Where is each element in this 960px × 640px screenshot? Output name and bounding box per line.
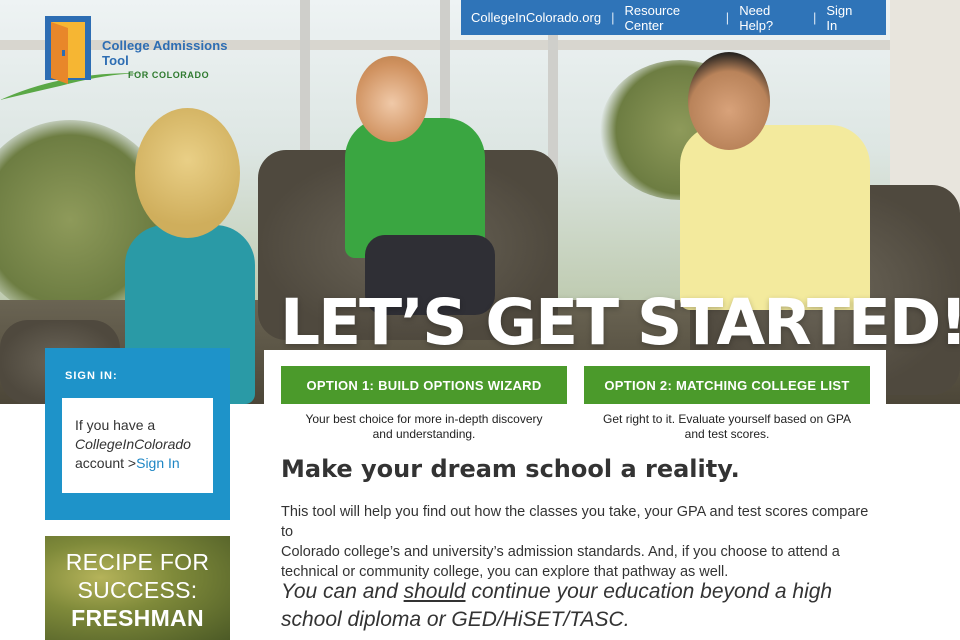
signin-title: SIGN IN: bbox=[65, 370, 118, 382]
quote-text: continue your education beyond a high bbox=[465, 580, 833, 603]
quote-text: You can and bbox=[281, 580, 404, 603]
signin-link[interactable]: Sign In bbox=[136, 455, 180, 471]
recipe-line: RECIPE FOR bbox=[65, 549, 210, 575]
option-2-description-line: and test scores. bbox=[684, 427, 770, 441]
nav-link-sign-in[interactable]: Sign In bbox=[816, 3, 874, 33]
person-student-center-head bbox=[356, 56, 428, 142]
logo-subtitle: FOR COLORADO bbox=[128, 70, 210, 80]
recipe-line: FRESHMAN bbox=[71, 605, 204, 631]
option-2-description: Get right to it. Evaluate yourself based… bbox=[584, 412, 870, 442]
signin-text: account >Sign In bbox=[75, 454, 201, 473]
nav-link-resource-center[interactable]: Resource Center bbox=[614, 3, 725, 33]
recipe-promo-text: RECIPE FOR SUCCESS: FRESHMAN bbox=[45, 548, 230, 632]
nav-link-collegeincolorado[interactable]: CollegeInColorado.org bbox=[461, 10, 611, 25]
person-student-right bbox=[680, 125, 870, 310]
option-2-button[interactable]: OPTION 2: MATCHING COLLEGE LIST bbox=[584, 366, 870, 404]
logo-text: College Admissions Tool FOR COLORADO bbox=[102, 38, 250, 80]
intro-line: Colorado college’s and university’s admi… bbox=[281, 544, 840, 560]
top-nav: CollegeInColorado.org | Resource Center … bbox=[461, 0, 886, 35]
signin-text: If you have a bbox=[75, 417, 156, 433]
option-2-description-line: Get right to it. Evaluate yourself based… bbox=[603, 412, 851, 426]
nav-link-need-help[interactable]: Need Help? bbox=[729, 3, 813, 33]
option-1-button[interactable]: OPTION 1: BUILD OPTIONS WIZARD bbox=[281, 366, 567, 404]
hero-headline: LET’S GET STARTED! bbox=[280, 286, 960, 359]
quote-paragraph: You can and should continue your educati… bbox=[281, 578, 881, 634]
intro-paragraph: This tool will help you find out how the… bbox=[281, 502, 881, 582]
main-heading: Make your dream school a reality. bbox=[281, 455, 740, 483]
option-1-description: Your best choice for more in-depth disco… bbox=[281, 412, 567, 442]
quote-line: You can and should continue your educati… bbox=[281, 578, 881, 606]
intro-line: This tool will help you find out how the… bbox=[281, 504, 869, 540]
site-logo[interactable]: College Admissions Tool FOR COLORADO bbox=[0, 8, 250, 108]
quote-emphasis: should bbox=[403, 580, 466, 603]
person-student-left-head bbox=[135, 108, 240, 238]
quote-line: school diploma or GED/HiSET/TASC. bbox=[281, 608, 630, 631]
recipe-line: SUCCESS: bbox=[77, 577, 198, 603]
signin-box: SIGN IN: If you have a CollegeInColorado… bbox=[45, 348, 230, 520]
signin-account-text: account > bbox=[75, 455, 137, 471]
option-1-description-line: and understanding. bbox=[372, 427, 476, 441]
signin-brand: CollegeInColorado bbox=[75, 436, 191, 452]
option-1-description-line: Your best choice for more in-depth disco… bbox=[305, 412, 543, 426]
signin-card: If you have a CollegeInColorado account … bbox=[62, 398, 213, 493]
person-student-right-head bbox=[688, 52, 770, 150]
recipe-promo[interactable]: RECIPE FOR SUCCESS: FRESHMAN bbox=[45, 536, 230, 640]
logo-title: College Admissions Tool bbox=[102, 38, 228, 68]
